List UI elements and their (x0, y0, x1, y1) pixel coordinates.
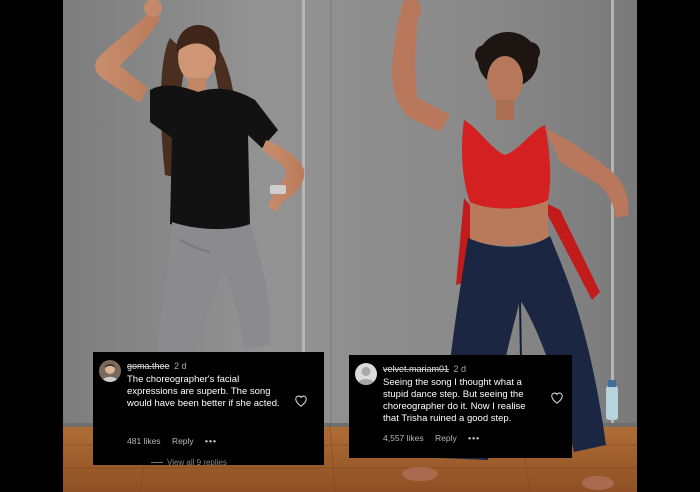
likes-count[interactable]: 481 likes (127, 436, 161, 446)
comment-age: 2 d (174, 361, 187, 371)
heart-outline-icon[interactable] (550, 391, 564, 405)
comment-actions: 4,557 likes Reply ••• (383, 433, 489, 443)
water-bottle (606, 386, 618, 420)
comment-username[interactable]: goma.thee 2 d (127, 361, 187, 371)
username-text[interactable]: goma.thee (127, 361, 170, 371)
view-replies-link[interactable]: View all 9 replies (151, 458, 227, 467)
comment-actions: 481 likes Reply ••• (127, 436, 226, 446)
view-replies-text[interactable]: View all 9 replies (167, 458, 227, 467)
likes-count[interactable]: 4,557 likes (383, 433, 424, 443)
heart-outline-icon[interactable] (294, 394, 308, 408)
divider-dash (151, 462, 163, 464)
comment-card-velvet: velvet.mariam01 2 d Seeing the song I th… (349, 355, 572, 458)
more-options-icon[interactable]: ••• (205, 436, 217, 446)
avatar[interactable] (99, 360, 121, 382)
comment-age: 2 d (453, 364, 467, 374)
avatar[interactable] (355, 363, 377, 385)
profile-photo-icon (99, 360, 121, 382)
username-text[interactable]: velvet.mariam01 (383, 364, 449, 374)
default-avatar-icon (355, 363, 377, 385)
comment-username[interactable]: velvet.mariam01 2 d (383, 364, 466, 374)
comment-text: The choreographer's facial expressions a… (127, 374, 280, 409)
reply-link[interactable]: Reply (172, 436, 194, 446)
comment-card-goma: goma.thee 2 d The choreographer's facial… (93, 352, 324, 467)
comment-text: Seeing the song I thought what a stupid … (383, 377, 526, 424)
screenshot: goma.thee 2 d The choreographer's facial… (0, 0, 700, 492)
reply-link[interactable]: Reply (435, 433, 457, 443)
more-options-icon[interactable]: ••• (468, 433, 480, 443)
